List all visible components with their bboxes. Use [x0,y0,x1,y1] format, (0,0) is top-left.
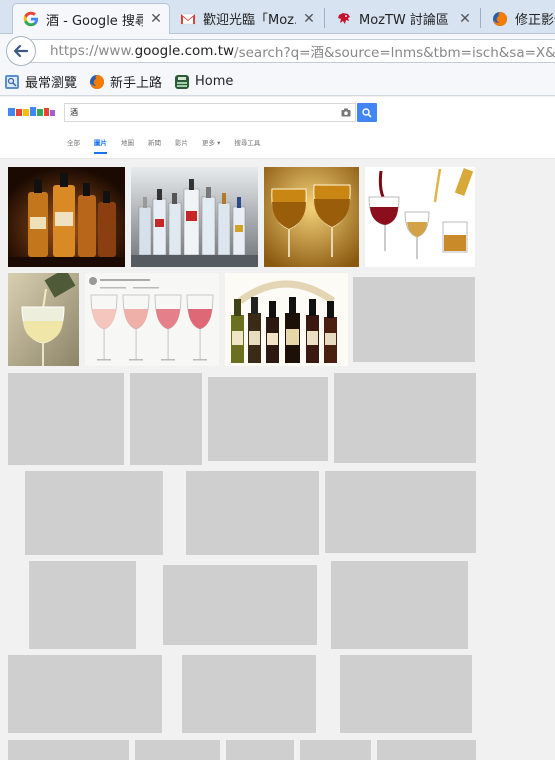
bookmark-label: 最常瀏覽 [25,76,78,91]
back-button[interactable] [6,36,36,66]
tab-separator [480,8,481,28]
image-result-placeholder[interactable] [208,377,328,461]
firefox-icon [90,74,105,89]
tab-separator [324,8,325,28]
image-result-placeholder[interactable] [29,561,136,649]
gmail-icon [180,13,196,24]
tab-moztw-forum[interactable]: MozTW 討論區 ... ✕ [326,3,478,34]
image-result[interactable] [131,167,258,267]
white-wine-pour-image [8,273,79,366]
image-result-placeholder[interactable] [300,740,371,760]
rose-wine-glasses-image [85,273,219,366]
tab-videos[interactable]: 影片 [175,137,188,154]
image-result[interactable] [225,273,348,366]
image-result-placeholder[interactable] [8,740,129,760]
bookmarks-toolbar: 最常瀏覽 新手上路 Home [0,68,555,96]
search-button[interactable] [357,103,377,122]
image-result-placeholder[interactable] [334,373,476,463]
image-result-placeholder[interactable] [8,655,162,733]
bookmark-frequent[interactable]: 最常瀏覽 [4,72,77,91]
tab-title: 歡迎光臨「Moz... [203,13,296,28]
bookmark-home[interactable]: Home [174,74,233,90]
google-logo[interactable] [8,106,56,121]
tab-maps[interactable]: 地圖 [121,137,134,154]
url-host: google.com.tw [134,43,235,59]
image-result[interactable] [8,167,125,267]
close-tab-icon[interactable]: ✕ [458,11,472,27]
red-wine-pour-image [365,167,475,267]
whisky-bottles-image [8,167,125,267]
image-result-placeholder[interactable] [340,655,472,733]
google-doodle-logo [8,107,55,116]
image-result-placeholder[interactable] [186,471,319,555]
url-prefix: https://www. [50,43,135,59]
wine-glasses-image [264,167,359,267]
tab-strip: 酒 - Google 搜尋 ✕ 歡迎光臨「Moz... ✕ MozTW 討論區 … [0,0,555,34]
close-tab-icon[interactable]: ✕ [302,11,316,27]
image-result[interactable] [85,273,219,366]
tab-google-search[interactable]: 酒 - Google 搜尋 ✕ [12,3,170,34]
image-result-placeholder[interactable] [25,471,163,555]
image-result-placeholder[interactable] [325,471,476,553]
tab-fix-image[interactable]: 修正影像 [482,3,555,34]
tab-title: 修正影像 [515,13,555,28]
tab-news[interactable]: 新聞 [148,137,161,154]
image-result-placeholder[interactable] [135,740,220,760]
tab-all[interactable]: 全部 [67,137,80,154]
bookmark-label: 新手上路 [110,76,163,91]
image-result[interactable] [264,167,359,267]
firefox-icon [493,11,507,26]
navigation-bar: https://www. google.com.tw/search?q=酒&sou… [0,34,555,68]
google-header: 酒 全部 圖片 地圖 新聞 影片 更多 ▾ 搜尋工具 [0,97,555,159]
moztw-dino-icon [338,12,350,24]
image-result[interactable] [365,167,475,267]
tab-images[interactable]: 圖片 [94,137,107,154]
image-result-placeholder[interactable] [226,740,294,760]
image-result-placeholder[interactable] [331,561,468,649]
home-app-icon [175,74,190,89]
google-icon [23,11,38,27]
back-arrow-icon [13,44,29,58]
url-path: /search?q=酒&source=lnms&tbm=isch&sa=X&ve… [234,45,555,61]
image-results-grid [0,160,555,760]
bookmark-frequent-icon [5,74,19,89]
close-tab-icon[interactable]: ✕ [149,11,163,27]
image-result-placeholder[interactable] [377,740,476,760]
gonzalez-byass-bottles-image [225,273,348,366]
tab-title: MozTW 討論區 ... [359,13,452,28]
tab-more[interactable]: 更多 ▾ [202,137,220,154]
search-input[interactable]: 酒 [64,103,356,122]
tab-gmail[interactable]: 歡迎光臨「Moz... ✕ [170,3,322,34]
search-query: 酒 [70,108,78,117]
image-result-placeholder[interactable] [8,373,124,465]
image-result-placeholder[interactable] [130,373,202,465]
image-result-placeholder[interactable] [182,655,316,733]
tab-title: 酒 - Google 搜尋 [46,13,143,29]
tab-search-tools[interactable]: 搜尋工具 [234,137,260,154]
image-result[interactable] [8,273,79,366]
camera-icon[interactable] [341,108,351,117]
image-result-placeholder[interactable] [163,565,317,645]
bookmark-label: Home [195,74,234,89]
image-result-placeholder[interactable] [353,277,475,362]
vodka-bottles-image [131,167,258,267]
bookmark-getting-started[interactable]: 新手上路 [89,72,162,91]
search-icon [362,107,372,118]
search-tabs: 全部 圖片 地圖 新聞 影片 更多 ▾ 搜尋工具 [67,137,274,154]
url-bar[interactable]: https://www. google.com.tw/search?q=酒&sou… [28,39,555,63]
